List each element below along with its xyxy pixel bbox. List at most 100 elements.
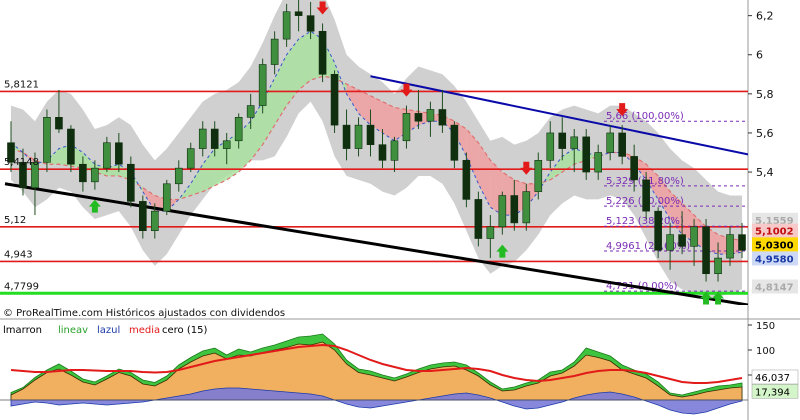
horizontal-level-label: 4,943 xyxy=(4,249,33,260)
candle-body xyxy=(402,113,411,142)
candle-body xyxy=(222,140,231,149)
candle-body xyxy=(738,234,746,251)
candle-body xyxy=(642,179,650,212)
candle-body xyxy=(426,109,435,122)
candle-body xyxy=(210,128,219,149)
candle-body xyxy=(726,234,734,259)
candle-body xyxy=(270,38,279,65)
fibonacci-label: 4,9961 (23,60%) xyxy=(606,241,690,252)
osc-price-tag-label: 46,037 xyxy=(755,373,790,384)
candle-body xyxy=(282,11,291,40)
osc-tick-label: 100 xyxy=(756,346,775,357)
price-tick-label: 6 xyxy=(756,49,763,62)
legend-item: media xyxy=(129,325,160,336)
candle-body xyxy=(103,142,111,169)
candle-body xyxy=(115,142,123,165)
candle-body xyxy=(342,124,351,149)
candle-body xyxy=(678,234,686,247)
candle-body xyxy=(150,210,159,232)
candle-body xyxy=(690,226,698,247)
price-tick-label: 5,4 xyxy=(756,166,774,179)
legend-item: lineav xyxy=(58,325,88,336)
price-tag: 5,1002 xyxy=(752,223,798,238)
candle-body xyxy=(366,124,375,145)
candle xyxy=(127,156,135,208)
osc-price-tag: 46,037 xyxy=(751,369,799,385)
candle xyxy=(330,70,339,133)
candle-body xyxy=(474,199,483,239)
candle-body xyxy=(186,148,195,169)
candle-body xyxy=(654,210,662,251)
horizontal-level-label: 4,7799 xyxy=(4,281,39,292)
horizontal-level-label: 5,8121 xyxy=(4,79,39,90)
price-tag: 5,0300 xyxy=(752,237,798,252)
osc-price-tag: 17,394 xyxy=(751,384,799,399)
candle xyxy=(702,218,710,282)
candle-body xyxy=(390,140,399,161)
candle-body xyxy=(43,117,51,163)
candle-body xyxy=(534,160,543,192)
price-tag-label: 4,8147 xyxy=(755,282,794,293)
osc-price-tag-label: 17,394 xyxy=(755,387,790,398)
candle-body xyxy=(127,163,135,202)
candle-body xyxy=(546,132,555,161)
candle xyxy=(462,152,471,208)
candle-body xyxy=(582,136,591,173)
candle-body xyxy=(666,234,674,251)
candle xyxy=(318,23,327,83)
candle-body xyxy=(450,124,459,161)
price-tick-label: 6,2 xyxy=(756,10,774,23)
chart-canvas: 5,66 (100,00%)5,329 (61,80%)5,226 (50,00… xyxy=(0,0,800,420)
candle-body xyxy=(198,128,207,149)
candle-body xyxy=(618,132,626,157)
candle-body xyxy=(139,201,147,232)
candle-body xyxy=(67,128,75,165)
horizontal-level-label: 5,12 xyxy=(4,215,26,226)
candle-body xyxy=(630,156,638,181)
candle-body xyxy=(294,11,303,16)
osc-tick-label: 150 xyxy=(756,321,775,332)
candle-body xyxy=(79,163,87,183)
candle-body xyxy=(55,117,63,130)
candle-body xyxy=(438,109,447,126)
candle-body xyxy=(606,132,614,153)
candle-body xyxy=(306,15,315,32)
source-caption: © ProRealTime.com Históricos ajustados c… xyxy=(3,307,285,319)
candle-body xyxy=(510,195,519,224)
price-tick-label: 5,8 xyxy=(756,88,774,101)
candle-body xyxy=(354,124,363,149)
candle-body xyxy=(594,152,603,173)
candle-body xyxy=(246,105,255,118)
candle xyxy=(474,191,483,247)
price-tag: 4,9580 xyxy=(752,251,798,266)
candle xyxy=(582,129,591,180)
legend-item: cero (15) xyxy=(162,325,207,336)
candle-body xyxy=(522,191,531,224)
candle-body xyxy=(318,30,327,75)
price-tag: 4,8147 xyxy=(752,279,798,294)
candle-body xyxy=(702,226,710,275)
candle-body xyxy=(714,257,722,275)
candle-body xyxy=(570,136,579,149)
horizontal-level-label: 5,4148 xyxy=(4,157,39,168)
candle-body xyxy=(258,64,267,106)
candle-body xyxy=(462,160,471,200)
candle-body xyxy=(330,73,339,126)
candle-body xyxy=(498,195,507,228)
candle-body xyxy=(414,113,423,122)
candle-body xyxy=(378,144,387,161)
candle-body xyxy=(91,167,99,183)
fibonacci-label: 5,66 (100,00%) xyxy=(606,111,684,122)
candle-body xyxy=(162,183,171,212)
price-tag-label: 4,9580 xyxy=(755,254,794,265)
fibonacci-label: 5,123 (38,20%) xyxy=(606,216,684,227)
candle-body xyxy=(174,167,183,185)
legend-item: lmarron xyxy=(3,325,42,336)
candle xyxy=(162,179,171,216)
price-tag-label: 5,1002 xyxy=(755,227,794,238)
candle xyxy=(258,58,267,114)
candle xyxy=(654,207,662,259)
price-tick-label: 5,6 xyxy=(756,127,774,140)
legend-item: lazul xyxy=(97,325,120,336)
candle-body xyxy=(486,226,495,239)
